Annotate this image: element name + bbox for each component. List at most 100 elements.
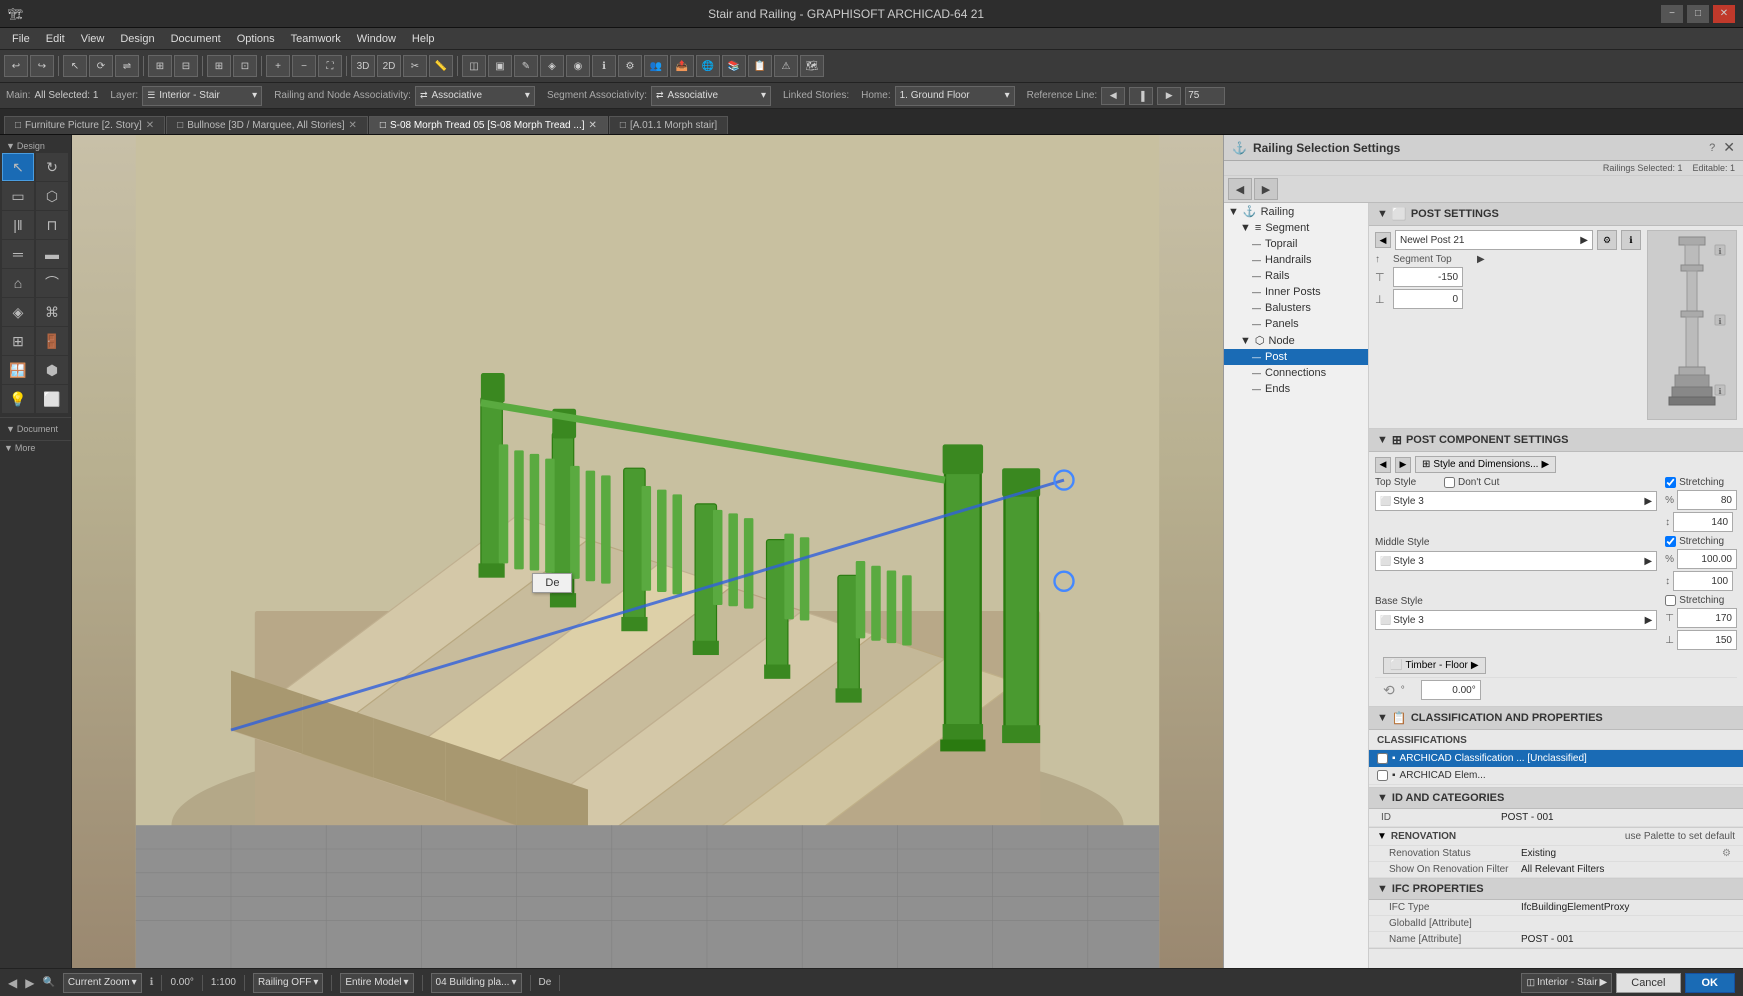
nav-prev-btn[interactable]: ◀	[8, 976, 17, 990]
tree-handrails[interactable]: — Handrails	[1224, 252, 1368, 268]
2d-btn[interactable]: 2D	[377, 55, 401, 77]
menu-design[interactable]: Design	[112, 31, 162, 47]
help-icon[interactable]: ?	[1709, 142, 1715, 154]
railing-off-dropdown[interactable]: Railing OFF ▾	[253, 973, 323, 993]
rotate-btn[interactable]: ⟳	[89, 55, 113, 77]
schedule-btn[interactable]: 📋	[748, 55, 772, 77]
menu-teamwork[interactable]: Teamwork	[283, 31, 349, 47]
tool-poly[interactable]: ⬡	[36, 182, 68, 210]
menu-view[interactable]: View	[73, 31, 113, 47]
ref-line-mid[interactable]: ▐	[1129, 87, 1153, 105]
tool-shell[interactable]: ⌒	[36, 269, 68, 297]
edit-button[interactable]: De	[532, 573, 572, 593]
entire-model-dropdown[interactable]: Entire Model ▾	[340, 973, 413, 993]
redo-btn[interactable]: ↪	[30, 55, 54, 77]
section-btn[interactable]: ✂	[403, 55, 427, 77]
distribute-btn[interactable]: ⊡	[233, 55, 257, 77]
tool-wall[interactable]: |‖	[2, 211, 34, 239]
home-dropdown[interactable]: 1. Ground Floor ▾	[895, 86, 1015, 106]
settings-btn[interactable]: ⚙	[618, 55, 642, 77]
3d-btn[interactable]: 3D	[351, 55, 375, 77]
top-style-dropdown[interactable]: ⬜ Style 3 ▶	[1375, 491, 1657, 511]
group-btn[interactable]: ⊞	[148, 55, 172, 77]
newel-info-btn[interactable]: ℹ	[1621, 230, 1641, 250]
cancel-button[interactable]: Cancel	[1616, 973, 1680, 993]
renovation-settings-icon[interactable]: ⚙	[1722, 848, 1731, 859]
tool-stair[interactable]: ⌘	[36, 298, 68, 326]
tab-morph-stair[interactable]: □ [A.01.1 Morph stair]	[609, 116, 728, 134]
zoom-info-btn[interactable]: ℹ	[150, 977, 154, 988]
dont-cut-checkbox[interactable]	[1444, 477, 1455, 488]
segment-assoc-dropdown[interactable]: ⇄ Associative ▾	[651, 86, 771, 106]
timber-floor-btn[interactable]: ⬜ Timber - Floor ▶	[1383, 657, 1486, 674]
library-btn[interactable]: 📚	[722, 55, 746, 77]
ref-line-right[interactable]: ▶	[1157, 87, 1181, 105]
tool-rotate[interactable]: ↻	[36, 153, 68, 181]
val140-input[interactable]	[1673, 512, 1733, 532]
more-header[interactable]: ▼ More	[0, 441, 71, 455]
renovation-collapse[interactable]: ▼	[1377, 831, 1387, 842]
neg150-input[interactable]	[1393, 267, 1463, 287]
archicad-class2-row[interactable]: ▪ ARCHICAD Elem...	[1369, 767, 1743, 785]
surface-btn[interactable]: ◈	[540, 55, 564, 77]
menu-file[interactable]: File	[4, 31, 38, 47]
publish-btn[interactable]: 📤	[670, 55, 694, 77]
tool-morph[interactable]: ◈	[2, 298, 34, 326]
menu-document[interactable]: Document	[163, 31, 229, 47]
ref-line-left[interactable]: ◀	[1101, 87, 1125, 105]
tree-segment[interactable]: ▼ ≡ Segment	[1224, 220, 1368, 236]
close-button[interactable]: ✕	[1713, 5, 1735, 23]
select-btn[interactable]: ↖	[63, 55, 87, 77]
zoom-out-btn[interactable]: −	[292, 55, 316, 77]
tool-door[interactable]: 🚪	[36, 327, 68, 355]
stretching-checkbox-3[interactable]	[1665, 595, 1676, 606]
class1-checkbox[interactable]	[1377, 753, 1388, 764]
post-settings-header[interactable]: ▼ ⬜ POST SETTINGS	[1369, 203, 1743, 226]
middle-style-dropdown[interactable]: ⬜ Style 3 ▶	[1375, 551, 1657, 571]
tool-arrow[interactable]: ↖	[2, 153, 34, 181]
archicad-class1-row[interactable]: ▪ ARCHICAD Classification ... [Unclassif…	[1369, 750, 1743, 767]
zero-input[interactable]	[1393, 289, 1463, 309]
id-categories-header[interactable]: ▼ ID AND CATEGORIES	[1369, 788, 1743, 809]
pen-btn[interactable]: ✎	[514, 55, 538, 77]
tree-balusters[interactable]: — Balusters	[1224, 300, 1368, 316]
tree-ends[interactable]: — Ends	[1224, 381, 1368, 397]
angle-input[interactable]	[1421, 680, 1481, 700]
zoom-in-btn[interactable]: +	[266, 55, 290, 77]
stretching-checkbox-1[interactable]	[1665, 477, 1676, 488]
tree-rails[interactable]: — Rails	[1224, 268, 1368, 284]
tool-window[interactable]: 🪟	[2, 356, 34, 384]
tool-column[interactable]: ⊓	[36, 211, 68, 239]
tool-object[interactable]: ⬢	[36, 356, 68, 384]
issue-btn[interactable]: ⚠	[774, 55, 798, 77]
post-component-header[interactable]: ▼ ⊞ POST COMPONENT SETTINGS	[1369, 429, 1743, 452]
val100-input[interactable]	[1673, 571, 1733, 591]
zoom-fit-btn[interactable]: ⛶	[318, 55, 342, 77]
classification-header[interactable]: ▼ 📋 CLASSIFICATION AND PROPERTIES	[1369, 707, 1743, 730]
tree-post[interactable]: — Post	[1224, 349, 1368, 365]
maximize-button[interactable]: □	[1687, 5, 1709, 23]
stretching-checkbox-2[interactable]	[1665, 536, 1676, 547]
class2-checkbox[interactable]	[1377, 770, 1388, 781]
ungroup-btn[interactable]: ⊟	[174, 55, 198, 77]
tool-beam[interactable]: ═	[2, 240, 34, 268]
val150-input[interactable]	[1677, 630, 1737, 650]
interior-stair-dropdown[interactable]: ◫ Interior - Stair ▶	[1521, 973, 1612, 993]
measure-btn[interactable]: 📏	[429, 55, 453, 77]
newel-nav-prev[interactable]: ◀	[1375, 232, 1391, 248]
browser-btn[interactable]: 🌐	[696, 55, 720, 77]
panel-nav-next[interactable]: ▶	[1254, 178, 1278, 200]
zoom-dropdown[interactable]: Current Zoom ▾	[63, 973, 142, 993]
tree-panels[interactable]: — Panels	[1224, 316, 1368, 332]
layer-btn[interactable]: ◫	[462, 55, 486, 77]
tool-rect[interactable]: ▭	[2, 182, 34, 210]
tab-close-furniture[interactable]: ✕	[146, 120, 154, 131]
element-btn[interactable]: ◉	[566, 55, 590, 77]
comp-nav-next[interactable]: ▶	[1395, 457, 1411, 473]
navigator-btn[interactable]: 🗺	[800, 55, 824, 77]
newel-post-dropdown[interactable]: Newel Post 21 ▶	[1395, 230, 1593, 250]
comp-nav-prev[interactable]: ◀	[1375, 457, 1391, 473]
ok-button[interactable]: OK	[1685, 973, 1736, 993]
teamwork-btn[interactable]: 👥	[644, 55, 668, 77]
info-btn[interactable]: ℹ	[592, 55, 616, 77]
